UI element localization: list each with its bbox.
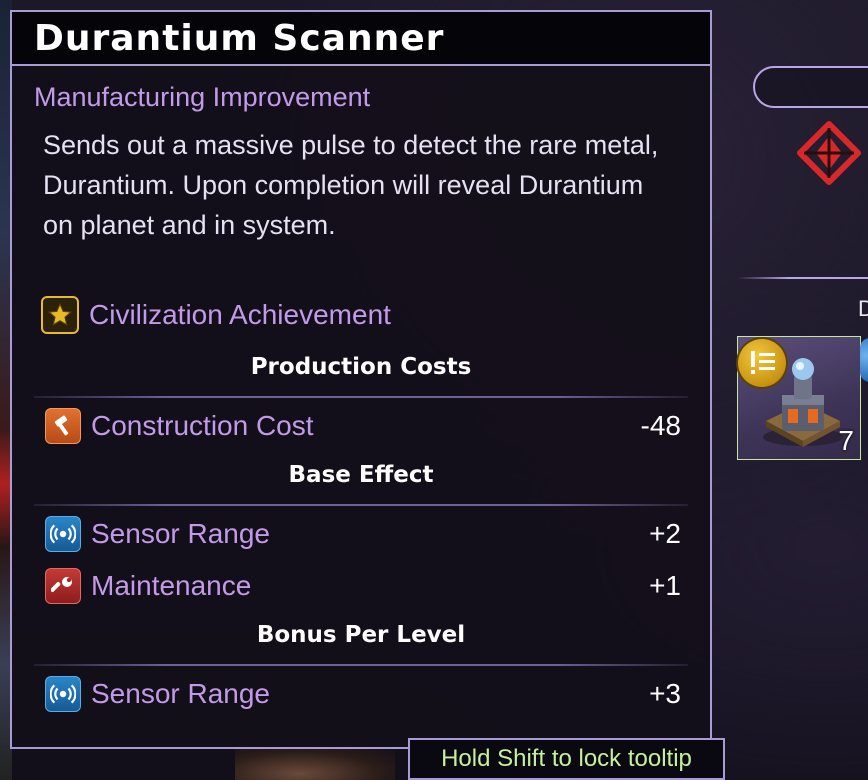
stat-label: Sensor Range bbox=[91, 678, 271, 709]
stat-row-maintenance: Maintenance +1 bbox=[45, 566, 681, 606]
tooltip-title: Durantium Scanner bbox=[34, 17, 445, 59]
stat-label: Sensor Range bbox=[91, 518, 271, 549]
hint-text: Hold Shift to lock tooltip bbox=[441, 745, 692, 772]
achievement-row: Civilization Achievement bbox=[41, 296, 391, 334]
stat-value: +2 bbox=[649, 518, 681, 549]
stat-value: +3 bbox=[649, 678, 681, 709]
faction-emblem-icon bbox=[797, 121, 861, 185]
tooltip-lock-hint: Hold Shift to lock tooltip bbox=[408, 738, 725, 780]
stat-label: Maintenance bbox=[91, 570, 252, 601]
hammer-icon bbox=[45, 408, 81, 444]
stat-label: Construction Cost bbox=[91, 410, 314, 441]
sensor-icon bbox=[45, 676, 81, 712]
stat-row-sensor-range-bonus: Sensor Range +3 bbox=[45, 674, 681, 714]
section-divider bbox=[34, 504, 688, 506]
section-divider bbox=[34, 396, 688, 398]
building-card[interactable]: 7 bbox=[737, 336, 861, 460]
star-icon bbox=[41, 296, 79, 334]
achievement-label: Civilization Achievement bbox=[89, 299, 391, 330]
improvement-category: Manufacturing Improvement bbox=[34, 82, 371, 112]
stat-value: +1 bbox=[649, 570, 681, 601]
section-header-production-costs: Production Costs bbox=[250, 354, 472, 380]
sensor-icon bbox=[45, 516, 81, 552]
tooltip-header: Durantium Scanner bbox=[12, 12, 710, 66]
wrench-icon bbox=[45, 568, 81, 604]
stat-row-construction-cost: Construction Cost -48 bbox=[45, 406, 681, 446]
panel-heading-partial: D bbox=[858, 296, 868, 321]
panel-divider bbox=[737, 277, 868, 279]
section-header-bonus-per-level: Bonus Per Level bbox=[256, 622, 466, 648]
building-count: 7 bbox=[838, 425, 854, 456]
improvement-tooltip: Durantium Scanner Manufacturing Improvem… bbox=[10, 10, 712, 749]
side-badge-icon bbox=[860, 338, 868, 382]
section-divider bbox=[34, 664, 688, 666]
improvement-description: Sends out a massive pulse to detect the … bbox=[43, 130, 659, 240]
alert-list-icon bbox=[738, 339, 786, 387]
stat-value: -48 bbox=[640, 410, 681, 441]
stat-row-sensor-range: Sensor Range +2 bbox=[45, 514, 681, 554]
background-ship-art bbox=[235, 748, 395, 780]
name-field-pill[interactable] bbox=[753, 66, 868, 108]
section-header-base-effect: Base Effect bbox=[288, 462, 434, 488]
